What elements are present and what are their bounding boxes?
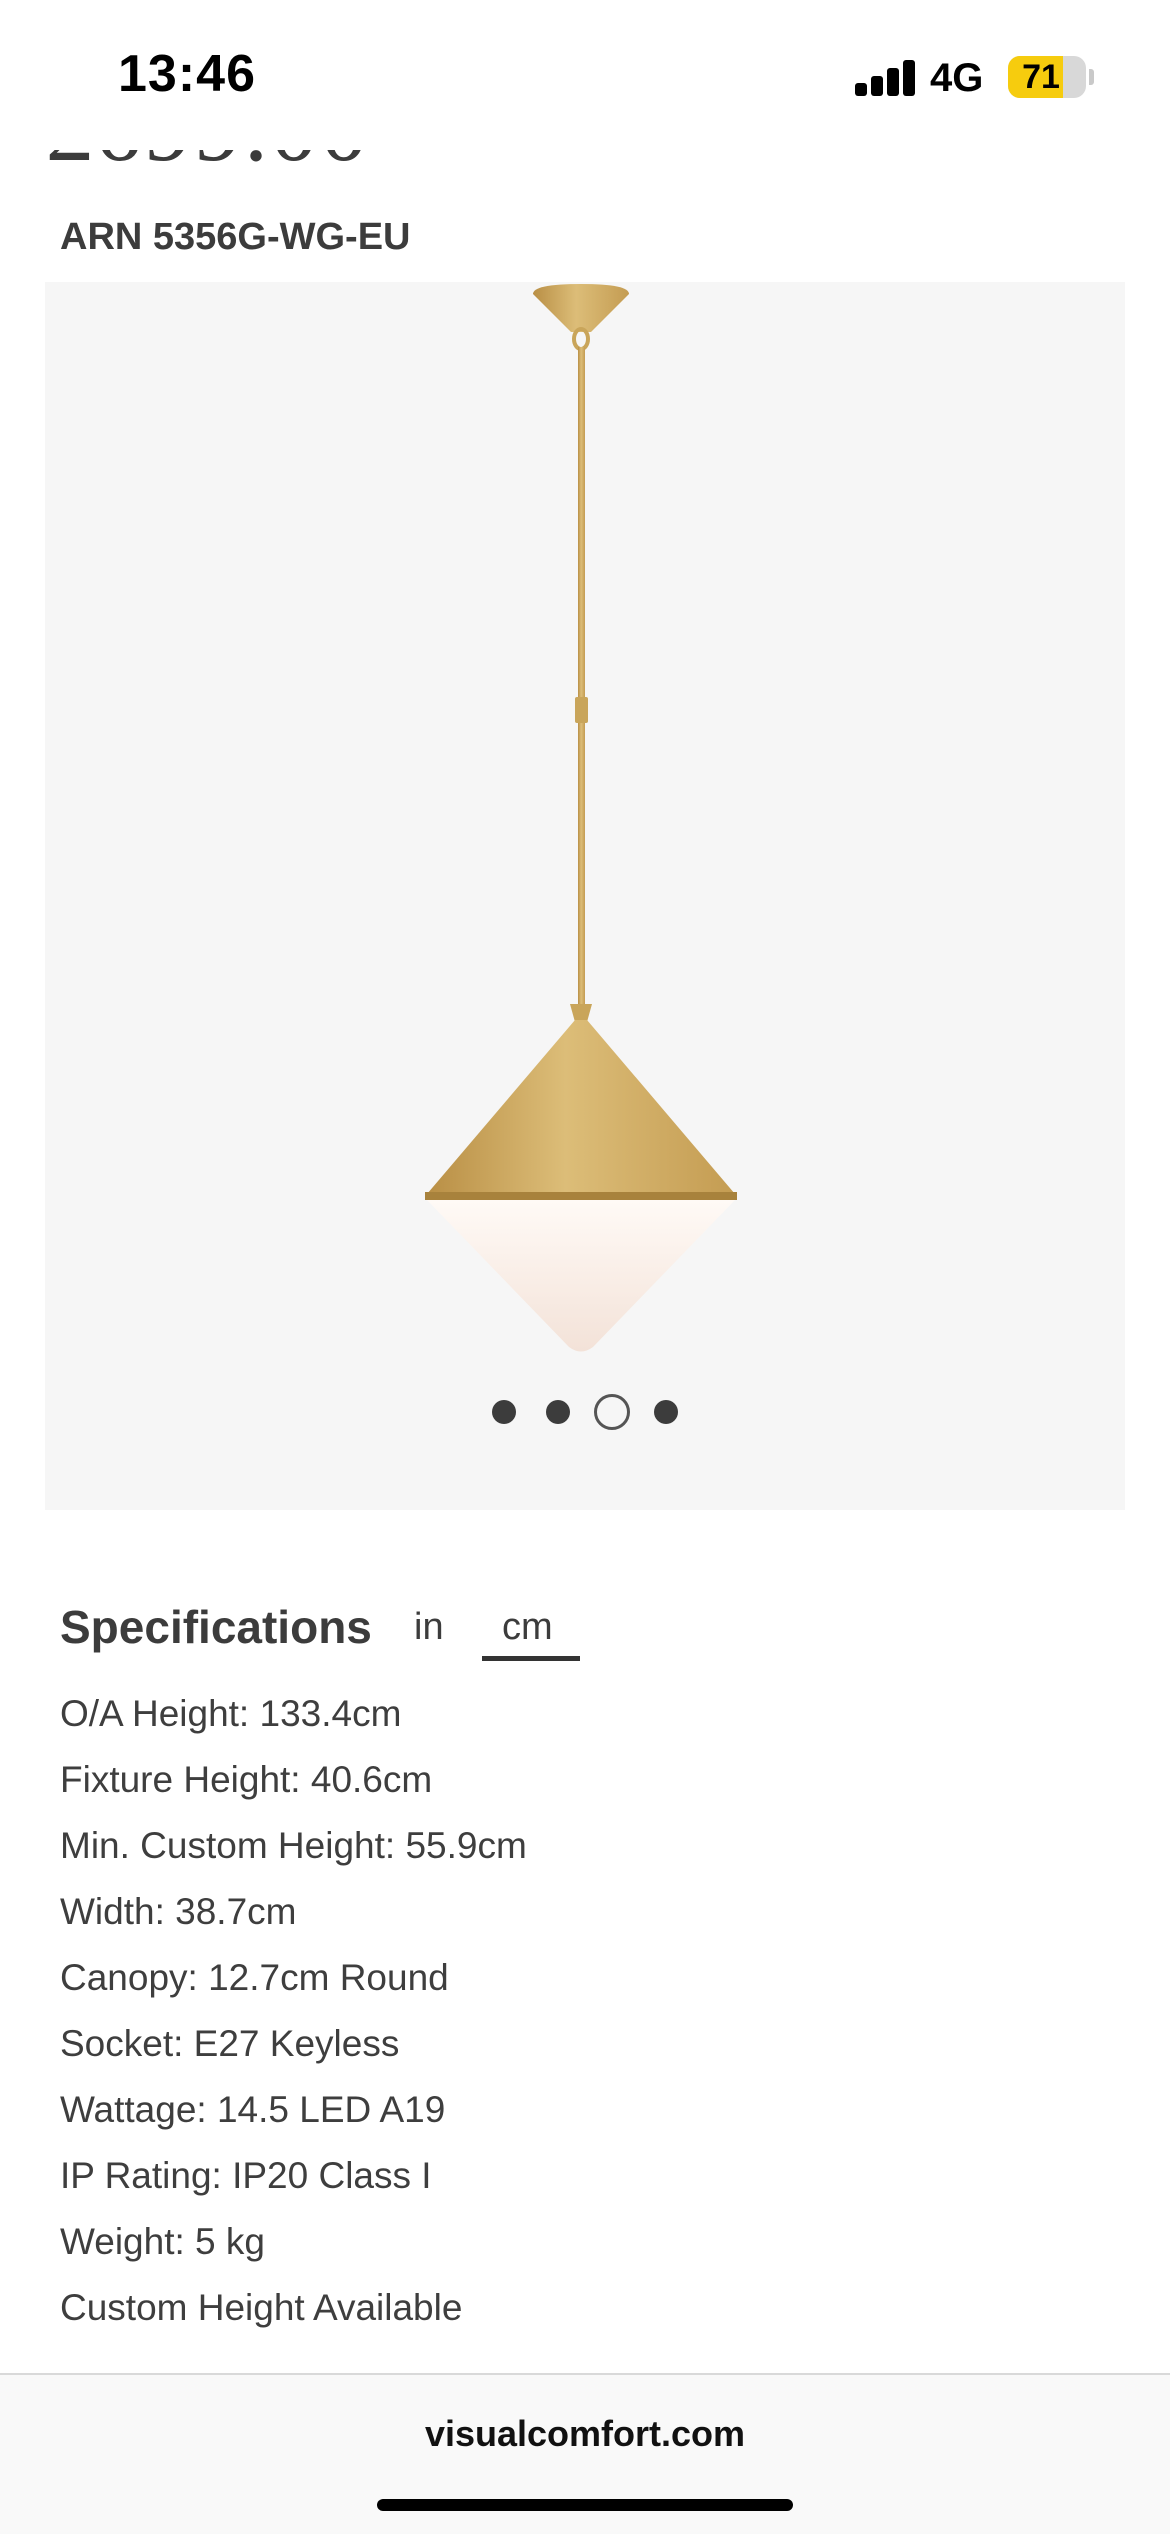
gallery-dot[interactable] (492, 1400, 516, 1424)
product-sku: ARN 5356G-WG-EU (60, 216, 411, 258)
home-indicator[interactable] (377, 2499, 793, 2511)
spec-item: Min. Custom Height: 55.9cm (60, 1825, 527, 1866)
product-image-gallery[interactable] (45, 282, 1125, 1510)
battery-icon: 71 (1008, 56, 1086, 98)
address-bar-domain[interactable]: visualcomfort.com (0, 2413, 1170, 2455)
spec-item: Width: 38.7cm (60, 1891, 297, 1932)
battery-percent: 71 (1022, 58, 1060, 96)
status-time: 13:46 (118, 45, 256, 103)
spec-item: Wattage: 14.5 LED A19 (60, 2089, 446, 2130)
selected-unit-underline (482, 1656, 580, 1661)
gallery-dot[interactable] (546, 1400, 570, 1424)
unit-tab-in[interactable]: in (414, 1606, 444, 1649)
specifications-title: Specifications (60, 1601, 372, 1653)
unit-tab-cm[interactable]: cm (502, 1606, 553, 1649)
battery-tip (1089, 69, 1094, 85)
product-price: £699.00 (44, 150, 370, 183)
browser-bottom-bar: visualcomfort.com (0, 2373, 1170, 2534)
spec-item: IP Rating: IP20 Class I (60, 2155, 432, 2196)
spec-list: O/A Height: 133.4cm Fixture Height: 40.6… (60, 1688, 527, 2348)
spec-item: Canopy: 12.7cm Round (60, 1957, 449, 1998)
gallery-dot[interactable] (654, 1400, 678, 1424)
spec-item: Fixture Height: 40.6cm (60, 1759, 433, 1800)
network-type: 4G (930, 56, 984, 100)
cellular-signal-icon (855, 60, 917, 96)
spec-item: Weight: 5 kg (60, 2221, 265, 2262)
brass-cone-pendant-light-icon (425, 284, 737, 1352)
status-bar: 13:46 4G 71 (0, 0, 1170, 150)
gallery-pagination (45, 1390, 1125, 1430)
gallery-dot[interactable] (594, 1394, 630, 1430)
price-clip: £699.00 (0, 150, 1170, 195)
spec-item: O/A Height: 133.4cm (60, 1693, 402, 1734)
spec-item: Custom Height Available (60, 2287, 463, 2328)
spec-item: Socket: E27 Keyless (60, 2023, 400, 2064)
